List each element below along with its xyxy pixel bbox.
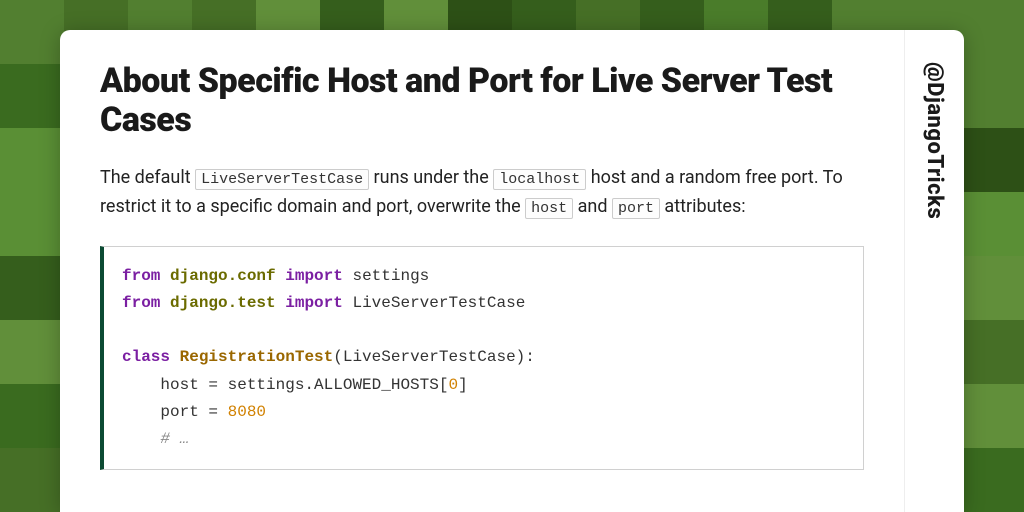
desc-text: and bbox=[573, 196, 612, 217]
desc-text: The default bbox=[100, 167, 195, 188]
code-text: port = bbox=[122, 403, 228, 421]
code-number: 0 bbox=[448, 376, 458, 394]
code-text: ] bbox=[458, 376, 468, 394]
inline-code: LiveServerTestCase bbox=[195, 169, 369, 190]
code-keyword: from bbox=[122, 267, 160, 285]
code-text bbox=[122, 430, 160, 448]
code-keyword: from bbox=[122, 294, 160, 312]
description-paragraph: The default LiveServerTestCase runs unde… bbox=[100, 164, 864, 222]
code-text: LiveServerTestCase bbox=[343, 294, 525, 312]
page-title: About Specific Host and Port for Live Se… bbox=[100, 62, 864, 140]
desc-text: runs under the bbox=[369, 167, 493, 188]
desc-text: attributes: bbox=[660, 196, 746, 217]
author-handle: @DjangoTricks bbox=[922, 62, 947, 219]
sidebar: @DjangoTricks bbox=[904, 30, 964, 512]
code-block: from django.conf import settings from dj… bbox=[100, 246, 864, 470]
code-text: host = settings.ALLOWED_HOSTS[ bbox=[122, 376, 448, 394]
inline-code: localhost bbox=[493, 169, 586, 190]
inline-code: host bbox=[525, 198, 573, 219]
inline-code: port bbox=[612, 198, 660, 219]
code-comment: # … bbox=[160, 430, 189, 448]
main-content: About Specific Host and Port for Live Se… bbox=[60, 30, 904, 512]
code-number: 8080 bbox=[228, 403, 266, 421]
code-module: django.test bbox=[170, 294, 276, 312]
code-module: django.conf bbox=[170, 267, 276, 285]
code-text: (LiveServerTestCase): bbox=[333, 348, 535, 366]
code-keyword: import bbox=[285, 267, 343, 285]
code-keyword: class bbox=[122, 348, 170, 366]
content-card: About Specific Host and Port for Live Se… bbox=[60, 30, 964, 512]
code-classname: RegistrationTest bbox=[180, 348, 334, 366]
code-text: settings bbox=[343, 267, 429, 285]
code-keyword: import bbox=[285, 294, 343, 312]
